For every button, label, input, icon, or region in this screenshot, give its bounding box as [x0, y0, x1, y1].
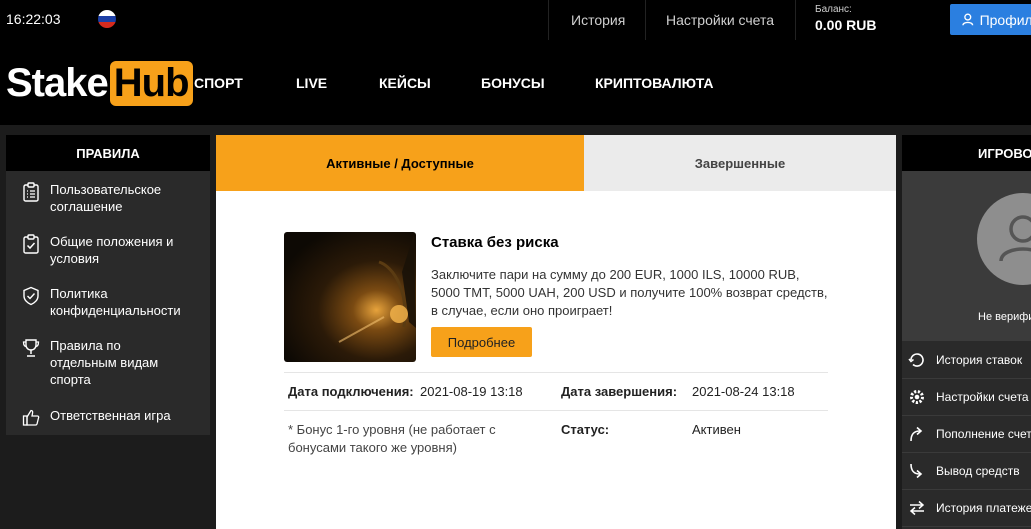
avatar-area: Не верифицирован: [902, 171, 1031, 341]
rule-label: Политика конфиденциальности: [50, 286, 181, 318]
rules-sidebar: ПРАВИЛА Пользовательское соглашение Общи…: [6, 135, 210, 435]
divider: [795, 0, 796, 40]
rule-responsible-gaming[interactable]: Ответственная игра: [6, 407, 210, 428]
bonus-title: Ставка без риска: [431, 234, 559, 251]
trophy-icon: [22, 339, 40, 357]
bet-history-link[interactable]: История ставок: [902, 342, 1031, 379]
connect-date-value: 2021-08-19 13:18: [420, 384, 523, 399]
rule-label: Правила по отдельным видам спорта: [50, 338, 159, 387]
divider: [284, 372, 828, 373]
withdraw-arrow-icon: [910, 463, 923, 479]
bonus-panel: Активные / Доступные Завершенные Ставка …: [216, 135, 896, 529]
history-link[interactable]: История: [571, 12, 625, 28]
profile-button-label: Профиль: [979, 11, 1031, 28]
tab-completed[interactable]: Завершенные: [584, 135, 896, 191]
withdraw-item[interactable]: Вывод средств: [902, 453, 1031, 490]
clock: 16:22:03: [6, 11, 61, 27]
balance-value: 0.00 RUB: [815, 17, 877, 33]
account-item-label: История платежей: [936, 501, 1031, 515]
connect-date-label: Дата подключения:: [288, 384, 414, 399]
rule-label: Ответственная игра: [50, 408, 171, 423]
account-item-label: Вывод средств: [936, 464, 1020, 478]
account-item-label: История ставок: [936, 353, 1023, 367]
clipboard-icon: [23, 182, 39, 202]
rule-privacy-policy[interactable]: Политика конфиденциальности: [6, 285, 210, 319]
status-value: Активен: [692, 422, 741, 437]
account-title: ИГРОВОЙ СЧЕТ: [902, 135, 1031, 171]
rule-sport-rules[interactable]: Правила по отдельным видам спорта: [6, 337, 210, 388]
divider: [548, 0, 549, 40]
rule-general-terms[interactable]: Общие положения и условия: [6, 233, 210, 267]
nav-crypto[interactable]: КРИПТОВАЛЮТА: [595, 75, 714, 91]
account-item-label: Настройки счета: [936, 390, 1029, 404]
bonus-description: Заключите пари на сумму до 200 EUR, 1000…: [431, 267, 828, 318]
account-settings-item[interactable]: Настройки счета: [902, 379, 1031, 416]
transfer-arrows-icon: [909, 500, 925, 516]
profile-button[interactable]: Профиль: [950, 4, 1031, 35]
avatar[interactable]: [977, 193, 1031, 285]
nav-sport[interactable]: СПОРТ: [194, 75, 243, 91]
rule-label: Пользовательское соглашение: [50, 182, 162, 214]
bonus-note: * Бонус 1-го уровня (не работает с бонус…: [288, 422, 496, 455]
history-icon: [908, 353, 924, 367]
end-date-label: Дата завершения:: [561, 384, 678, 399]
account-sidebar: ИГРОВОЙ СЧЕТ Не верифицирован История ст…: [902, 135, 1031, 529]
account-item-label: Пополнение счета: [936, 427, 1031, 441]
nav-live[interactable]: LIVE: [296, 75, 327, 91]
divider: [645, 0, 646, 40]
clipboard-check-icon: [23, 234, 39, 254]
stakehub-logo[interactable]: Stake Hub: [6, 58, 193, 108]
verification-status: Не верифицирован: [978, 311, 1031, 323]
end-date-value: 2021-08-24 13:18: [692, 384, 795, 399]
divider: [284, 410, 828, 411]
thumbs-up-icon: [22, 409, 40, 426]
gear-icon: [910, 390, 924, 404]
user-icon: [999, 215, 1031, 262]
deposit-item[interactable]: Пополнение счета: [902, 416, 1031, 453]
nav-bonuses[interactable]: БОНУСЫ: [481, 75, 545, 91]
logo-text-hub: Hub: [109, 60, 193, 106]
rules-title: ПРАВИЛА: [6, 135, 210, 171]
top-bar: 16:22:03 История Настройки счета Баланс:…: [0, 0, 1031, 40]
balance-label: Баланс:: [815, 4, 852, 15]
status-label: Статус:: [561, 422, 610, 437]
rule-label: Общие положения и условия: [50, 234, 174, 266]
payment-history-item[interactable]: История платежей: [902, 490, 1031, 527]
bonus-image: [284, 232, 416, 362]
logo-text-stake: Stake: [6, 60, 109, 105]
shield-icon: [23, 286, 39, 306]
account-settings-link[interactable]: Настройки счета: [666, 12, 774, 28]
user-icon: [962, 13, 974, 26]
russia-flag-icon[interactable]: [98, 10, 116, 28]
rule-user-agreement[interactable]: Пользовательское соглашение: [6, 181, 210, 215]
tab-active-available[interactable]: Активные / Доступные: [216, 135, 584, 191]
nav-cases[interactable]: КЕЙСЫ: [379, 75, 431, 91]
deposit-arrow-icon: [910, 426, 923, 442]
more-details-button[interactable]: Подробнее: [431, 327, 532, 357]
